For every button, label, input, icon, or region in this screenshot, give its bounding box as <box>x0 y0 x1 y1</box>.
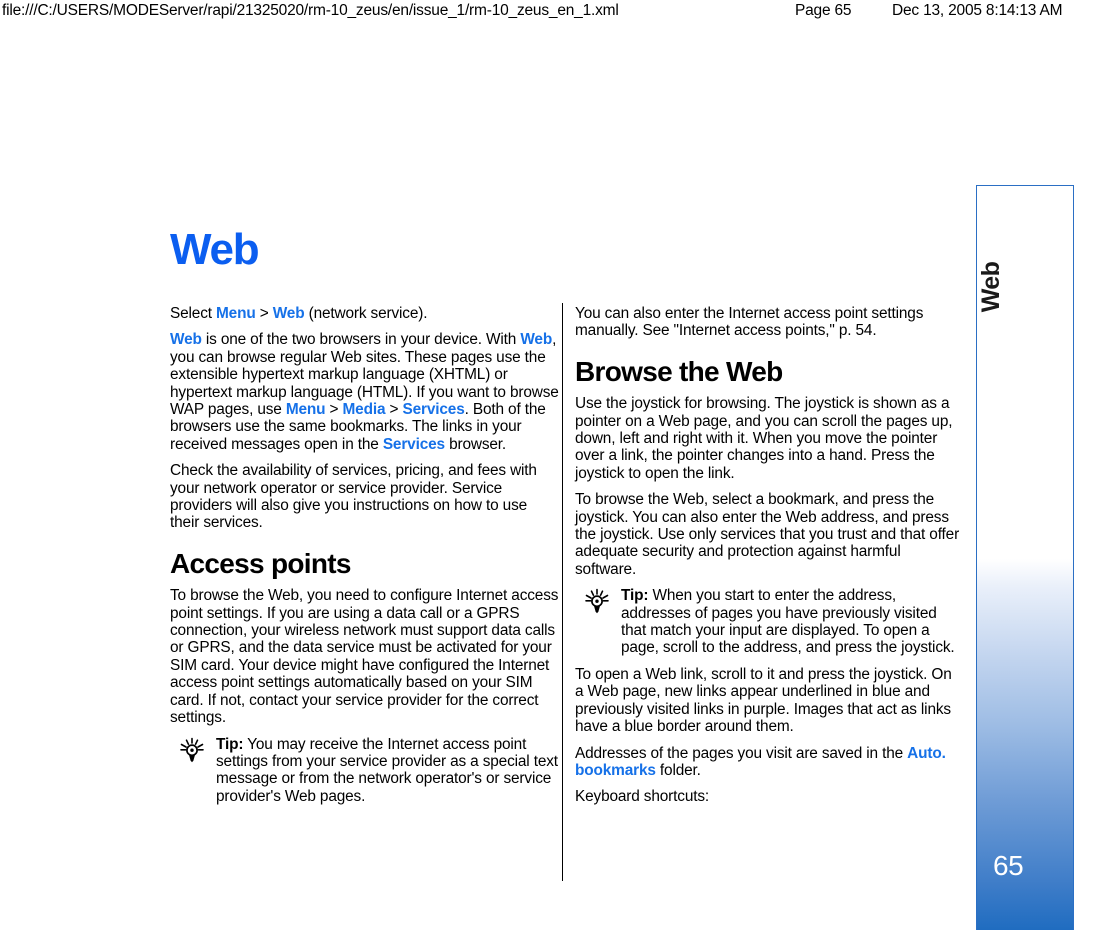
paragraph-auto-bookmarks: Addresses of the pages you visit are sav… <box>575 745 964 780</box>
text-run: Addresses of the pages you visit are sav… <box>575 744 908 762</box>
ui-term-menu: Menu <box>216 305 256 322</box>
paragraph-joystick-browsing: Use the joystick for browsing. The joyst… <box>575 395 953 482</box>
paragraph-configure-access-point: To browse the Web, you need to configure… <box>170 587 559 727</box>
print-header-date: Dec 13, 2005 8:14:13 AM <box>892 2 1063 19</box>
page-title: Web <box>170 225 260 274</box>
heading-access-points: Access points <box>170 547 351 579</box>
paragraph-keyboard-shortcuts: Keyboard shortcuts: <box>575 788 710 806</box>
paragraph-manual-access-point: You can also enter the Internet access p… <box>575 305 924 340</box>
print-header: file:///C:/USERS/MODEServer/rapi/2132502… <box>0 0 1105 22</box>
ui-term-media: Media <box>342 401 386 419</box>
text-run: (network service). <box>304 305 428 322</box>
heading-browse-the-web: Browse the Web <box>575 355 783 387</box>
ui-term-menu: Menu <box>285 401 326 419</box>
print-header-page: Page 65 <box>795 2 852 19</box>
lightbulb-tip-icon <box>575 588 619 614</box>
left-text-column: Select Menu > Web (network service). Web… <box>170 305 559 814</box>
tip-label: Tip: <box>216 735 244 753</box>
paragraph-web-browsers: Web is one of the two browsers in your d… <box>170 331 559 453</box>
text-run: browser. <box>444 435 507 453</box>
ui-term-web: Web <box>170 331 202 349</box>
tip-block-address-autocomplete: Tip: When you start to enter the address… <box>575 587 964 657</box>
tip-label: Tip: <box>621 587 649 605</box>
chevron-separator: > <box>255 305 273 322</box>
paragraph-check-availability: Check the availability of services, pric… <box>170 462 537 532</box>
chapter-thumb-tab: Web 65 <box>976 185 1074 930</box>
tip-block-access-point: Tip: You may receive the Internet access… <box>170 736 559 806</box>
tip-text: Tip: You may receive the Internet access… <box>214 736 559 806</box>
text-run: folder. <box>655 761 701 779</box>
paragraph-open-web-link: To open a Web link, scroll to it and pre… <box>575 665 952 736</box>
print-header-url: file:///C:/USERS/MODEServer/rapi/2132502… <box>2 2 619 19</box>
chevron-separator: > <box>385 401 403 419</box>
ui-term-web: Web <box>520 331 553 349</box>
column-divider <box>562 303 563 881</box>
paragraph-bookmark-browsing: To browse the Web, select a bookmark, an… <box>575 491 960 578</box>
ui-term-services: Services <box>382 435 445 453</box>
ui-term-services: Services <box>402 401 465 419</box>
text-run: You may receive the Internet access poin… <box>216 735 558 805</box>
text-run: When you start to enter the address, add… <box>621 587 955 657</box>
tip-text: Tip: When you start to enter the address… <box>619 587 964 657</box>
lightbulb-tip-icon <box>170 737 214 763</box>
page-number: 65 <box>993 850 1024 881</box>
right-text-column: You can also enter the Internet access p… <box>575 305 964 815</box>
paragraph-select-menu-web: Select Menu > Web (network service). <box>170 305 559 322</box>
text-run: is one of the two browsers in your devic… <box>201 331 521 349</box>
ui-term-web: Web <box>272 305 305 322</box>
chevron-separator: > <box>325 401 343 419</box>
text-run: Select <box>170 305 217 322</box>
thumb-tab-label: Web <box>977 261 1005 313</box>
